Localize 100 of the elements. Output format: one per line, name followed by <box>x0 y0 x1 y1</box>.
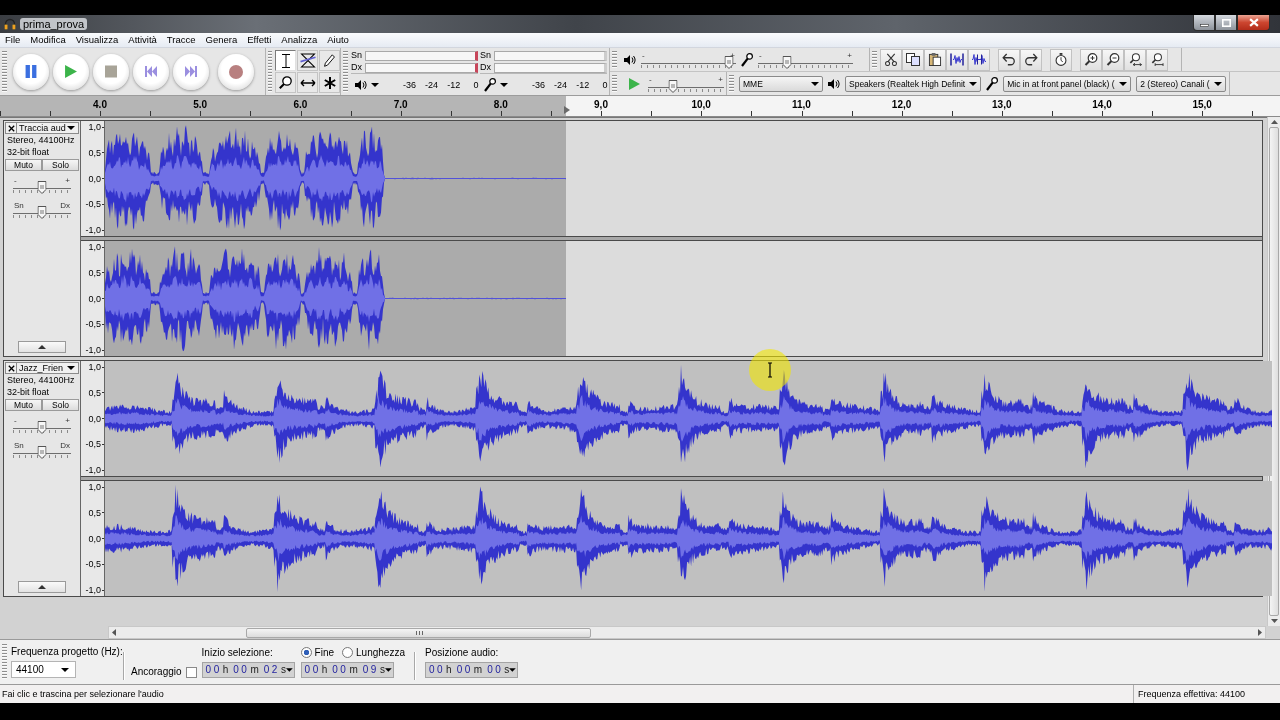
cut-button[interactable] <box>880 48 902 71</box>
menu-item[interactable]: Modifica <box>25 34 71 46</box>
pencil-icon <box>324 54 335 67</box>
redo-button[interactable] <box>1020 48 1042 71</box>
copy-button[interactable] <box>902 48 924 71</box>
grip-icon[interactable] <box>268 51 272 92</box>
radio-button[interactable] <box>342 647 354 658</box>
scale-label: -1,0 <box>85 225 101 235</box>
headphones-icon <box>4 18 16 30</box>
multi-tool-button[interactable] <box>319 72 340 93</box>
device-dropdown[interactable]: Speakers (Realtek High Definit <box>845 75 982 92</box>
menu-item[interactable]: File <box>0 34 26 46</box>
undo-button[interactable] <box>998 48 1020 71</box>
slider-thumb[interactable] <box>724 55 734 69</box>
scroll-down-icon[interactable] <box>1270 619 1278 623</box>
radio-button[interactable] <box>300 647 312 658</box>
menu-item[interactable]: Effetti <box>242 34 277 46</box>
caret-icon[interactable] <box>384 667 392 672</box>
zoom-out-button[interactable] <box>1102 48 1124 71</box>
close-button[interactable] <box>1237 15 1270 31</box>
grip-icon[interactable] <box>343 51 348 92</box>
slider-thumb[interactable] <box>668 79 678 93</box>
caret-icon[interactable] <box>509 667 516 672</box>
snap-checkbox[interactable] <box>185 666 197 678</box>
silence-button[interactable] <box>968 48 990 71</box>
slider-min-label: - <box>14 177 17 185</box>
clipboard-icon <box>928 53 942 67</box>
fit-selection-button[interactable] <box>1124 48 1146 71</box>
slider-thumb[interactable] <box>37 446 47 459</box>
ruler-label: 10,0 <box>691 99 711 110</box>
skip-to-end-button[interactable] <box>173 53 209 90</box>
device-dropdown[interactable]: Mic in at front panel (black) ( <box>1003 75 1132 92</box>
zoom-tool-button[interactable] <box>275 72 296 93</box>
skip-to-start-button[interactable] <box>133 53 169 90</box>
draw-tool-button[interactable] <box>319 50 340 71</box>
menu-item[interactable]: Attività <box>123 34 162 46</box>
waveform[interactable] <box>105 241 566 356</box>
scroll-up-icon[interactable] <box>1270 120 1278 124</box>
grip-icon[interactable] <box>2 51 7 92</box>
collapse-button[interactable] <box>18 341 66 353</box>
trim-button[interactable] <box>946 48 968 71</box>
grip-icon[interactable] <box>729 75 734 92</box>
menu-item[interactable]: Tracce <box>161 34 201 46</box>
waveform-trim-icon <box>950 53 964 67</box>
fit-project-button[interactable] <box>1146 48 1168 71</box>
grip-icon[interactable] <box>612 75 617 92</box>
maximize-button[interactable] <box>1215 15 1237 31</box>
waveform[interactable] <box>105 121 566 236</box>
scroll-right-icon[interactable] <box>1258 629 1262 636</box>
collapse-button[interactable] <box>18 581 66 593</box>
caret-icon[interactable] <box>285 667 293 672</box>
track-name-menu[interactable]: Jazz_Frien <box>17 363 78 373</box>
solo-button[interactable]: Solo <box>42 159 79 171</box>
scrollbar-thumb[interactable] <box>246 627 591 638</box>
time-field[interactable]: 00 h 00 m 00 s <box>425 661 518 678</box>
ruler-label: 14,0 <box>1092 99 1112 110</box>
redo-icon <box>1024 53 1038 67</box>
slider-thumb[interactable] <box>37 421 47 434</box>
grip-icon[interactable] <box>2 644 7 680</box>
timeline-ruler[interactable]: 4.0 5.0 6.0 7.0 8.0 9,0 10,0 11,0 12,0 13,0 14,0 15,0 <box>0 96 1280 117</box>
waveform[interactable] <box>105 481 1273 596</box>
audio-position-label: Posizione audio: <box>425 646 500 659</box>
menu-item[interactable]: Aiuto <box>322 34 354 46</box>
recording-meter-menu[interactable] <box>482 77 510 92</box>
zoom-in-button[interactable] <box>1080 48 1102 71</box>
timer-button[interactable] <box>1050 48 1072 71</box>
device-dropdown[interactable]: 2 (Stereo) Canali ( <box>1136 75 1226 92</box>
playback-meter-menu[interactable] <box>353 79 381 90</box>
time-shift-tool-button[interactable] <box>297 72 318 93</box>
selection-tool-button[interactable] <box>275 50 296 71</box>
grip-icon[interactable] <box>872 51 877 69</box>
horizontal-scrollbar[interactable] <box>108 626 1266 639</box>
envelope-tool-button[interactable] <box>297 50 318 71</box>
record-button[interactable] <box>218 53 254 90</box>
solo-button[interactable]: Solo <box>42 399 79 411</box>
grip-icon[interactable] <box>612 51 617 69</box>
waveform[interactable] <box>105 361 1273 476</box>
device-dropdown[interactable]: MME <box>739 75 823 92</box>
mute-button[interactable]: Muto <box>5 399 42 411</box>
minimize-button[interactable] <box>1193 15 1215 31</box>
menu-item[interactable]: Analizza <box>276 34 323 46</box>
track-name-menu[interactable]: Traccia aud <box>17 123 78 133</box>
scroll-left-icon[interactable] <box>112 629 116 636</box>
slider-thumb[interactable] <box>37 181 47 194</box>
slider-thumb[interactable] <box>782 55 791 69</box>
slider-thumb[interactable] <box>37 206 47 219</box>
paste-button[interactable] <box>924 48 946 71</box>
caret-icon <box>67 366 75 370</box>
time-field[interactable]: 00 h 00 m 02 s <box>201 661 295 678</box>
play-button[interactable] <box>53 53 89 90</box>
asterisk-icon <box>323 76 336 89</box>
time-field[interactable]: 00 h 00 m 09 s <box>300 661 394 678</box>
mute-button[interactable]: Muto <box>5 159 42 171</box>
menu-item[interactable]: Genera <box>200 34 243 46</box>
scale-label: -1,0 <box>85 585 101 595</box>
skip-to-end-icon <box>185 65 197 78</box>
pause-button[interactable] <box>13 53 49 90</box>
project-rate-dropdown[interactable]: 44100 <box>11 661 76 678</box>
scrollbar-thumb[interactable] <box>1269 127 1279 616</box>
menu-item[interactable]: Visualizza <box>70 34 124 46</box>
